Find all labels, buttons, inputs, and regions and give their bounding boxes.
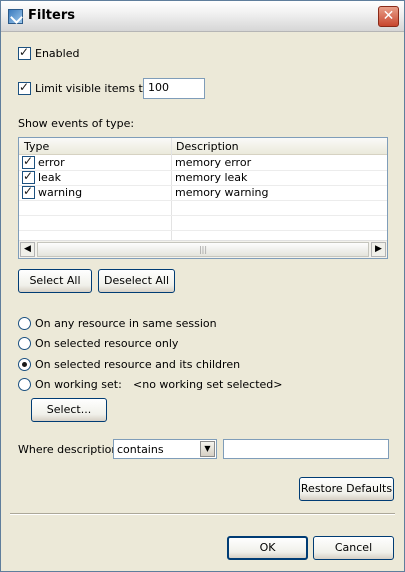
row-description: memory leak — [175, 171, 248, 184]
enabled-label: Enabled — [35, 47, 80, 60]
scroll-right-button[interactable]: ▶ — [371, 242, 386, 257]
empty-row — [19, 200, 387, 216]
column-description-header[interactable]: Description — [176, 140, 239, 153]
radio-working-set-label: On working set: — [35, 378, 122, 391]
row-type: leak — [38, 171, 61, 184]
events-heading: Show events of type: — [18, 117, 135, 130]
chevron-down-icon[interactable]: ▼ — [200, 441, 215, 457]
select-working-set-button[interactable]: Select... — [31, 398, 107, 422]
working-set-value: <no working set selected> — [133, 378, 283, 391]
title-bar: Filters ✕ — [1, 1, 404, 32]
where-description-label: Where description — [18, 443, 119, 456]
row-checkbox[interactable] — [22, 169, 35, 184]
chevron-right-icon: ▶ — [375, 244, 382, 254]
operator-dropdown[interactable]: contains ▼ — [113, 439, 217, 459]
select-all-button[interactable]: Select All — [18, 269, 92, 293]
ok-button[interactable]: OK — [227, 536, 308, 560]
radio-selected-children[interactable] — [18, 358, 31, 371]
limit-label: Limit visible items to: — [35, 82, 154, 95]
separator — [10, 513, 395, 515]
row-type: error — [38, 156, 65, 169]
dialog-title: Filters — [28, 8, 75, 23]
operator-value: contains — [117, 443, 164, 456]
restore-defaults-button[interactable]: Restore Defaults — [299, 477, 394, 501]
scroll-left-button[interactable]: ◀ — [20, 242, 35, 257]
radio-any-resource[interactable] — [18, 317, 31, 330]
close-icon: ✕ — [382, 8, 395, 24]
row-checkbox[interactable] — [22, 154, 35, 169]
table-header: Type Description — [19, 138, 387, 155]
empty-row — [19, 215, 387, 231]
deselect-all-button[interactable]: Deselect All — [98, 269, 175, 293]
horizontal-scrollbar[interactable]: ◀ ||| ▶ — [19, 240, 387, 258]
filters-dialog: Filters ✕ Enabled Limit visible items to… — [0, 0, 405, 572]
chevron-left-icon: ◀ — [24, 244, 31, 254]
limit-checkbox[interactable] — [18, 80, 31, 95]
events-table: Type Description error memory error leak… — [18, 137, 388, 259]
table-row[interactable]: leak memory leak — [19, 169, 387, 186]
table-row[interactable]: warning memory warning — [19, 184, 387, 201]
scroll-thumb[interactable]: ||| — [37, 242, 369, 257]
radio-any-resource-label: On any resource in same session — [35, 317, 217, 330]
column-type-header[interactable]: Type — [24, 140, 49, 153]
radio-working-set[interactable] — [18, 378, 31, 391]
radio-selected-children-label: On selected resource and its children — [35, 358, 241, 371]
app-icon — [8, 9, 23, 24]
enabled-checkbox[interactable] — [18, 45, 31, 60]
limit-input[interactable]: 100 — [143, 78, 205, 99]
row-checkbox[interactable] — [22, 184, 35, 199]
table-row[interactable]: error memory error — [19, 154, 387, 171]
radio-selected-only[interactable] — [18, 337, 31, 350]
close-button[interactable]: ✕ — [378, 6, 399, 27]
cancel-button[interactable]: Cancel — [313, 536, 394, 560]
row-description: memory warning — [175, 186, 269, 199]
description-input[interactable] — [223, 439, 389, 459]
row-type: warning — [38, 186, 83, 199]
radio-selected-only-label: On selected resource only — [35, 337, 179, 350]
row-description: memory error — [175, 156, 252, 169]
